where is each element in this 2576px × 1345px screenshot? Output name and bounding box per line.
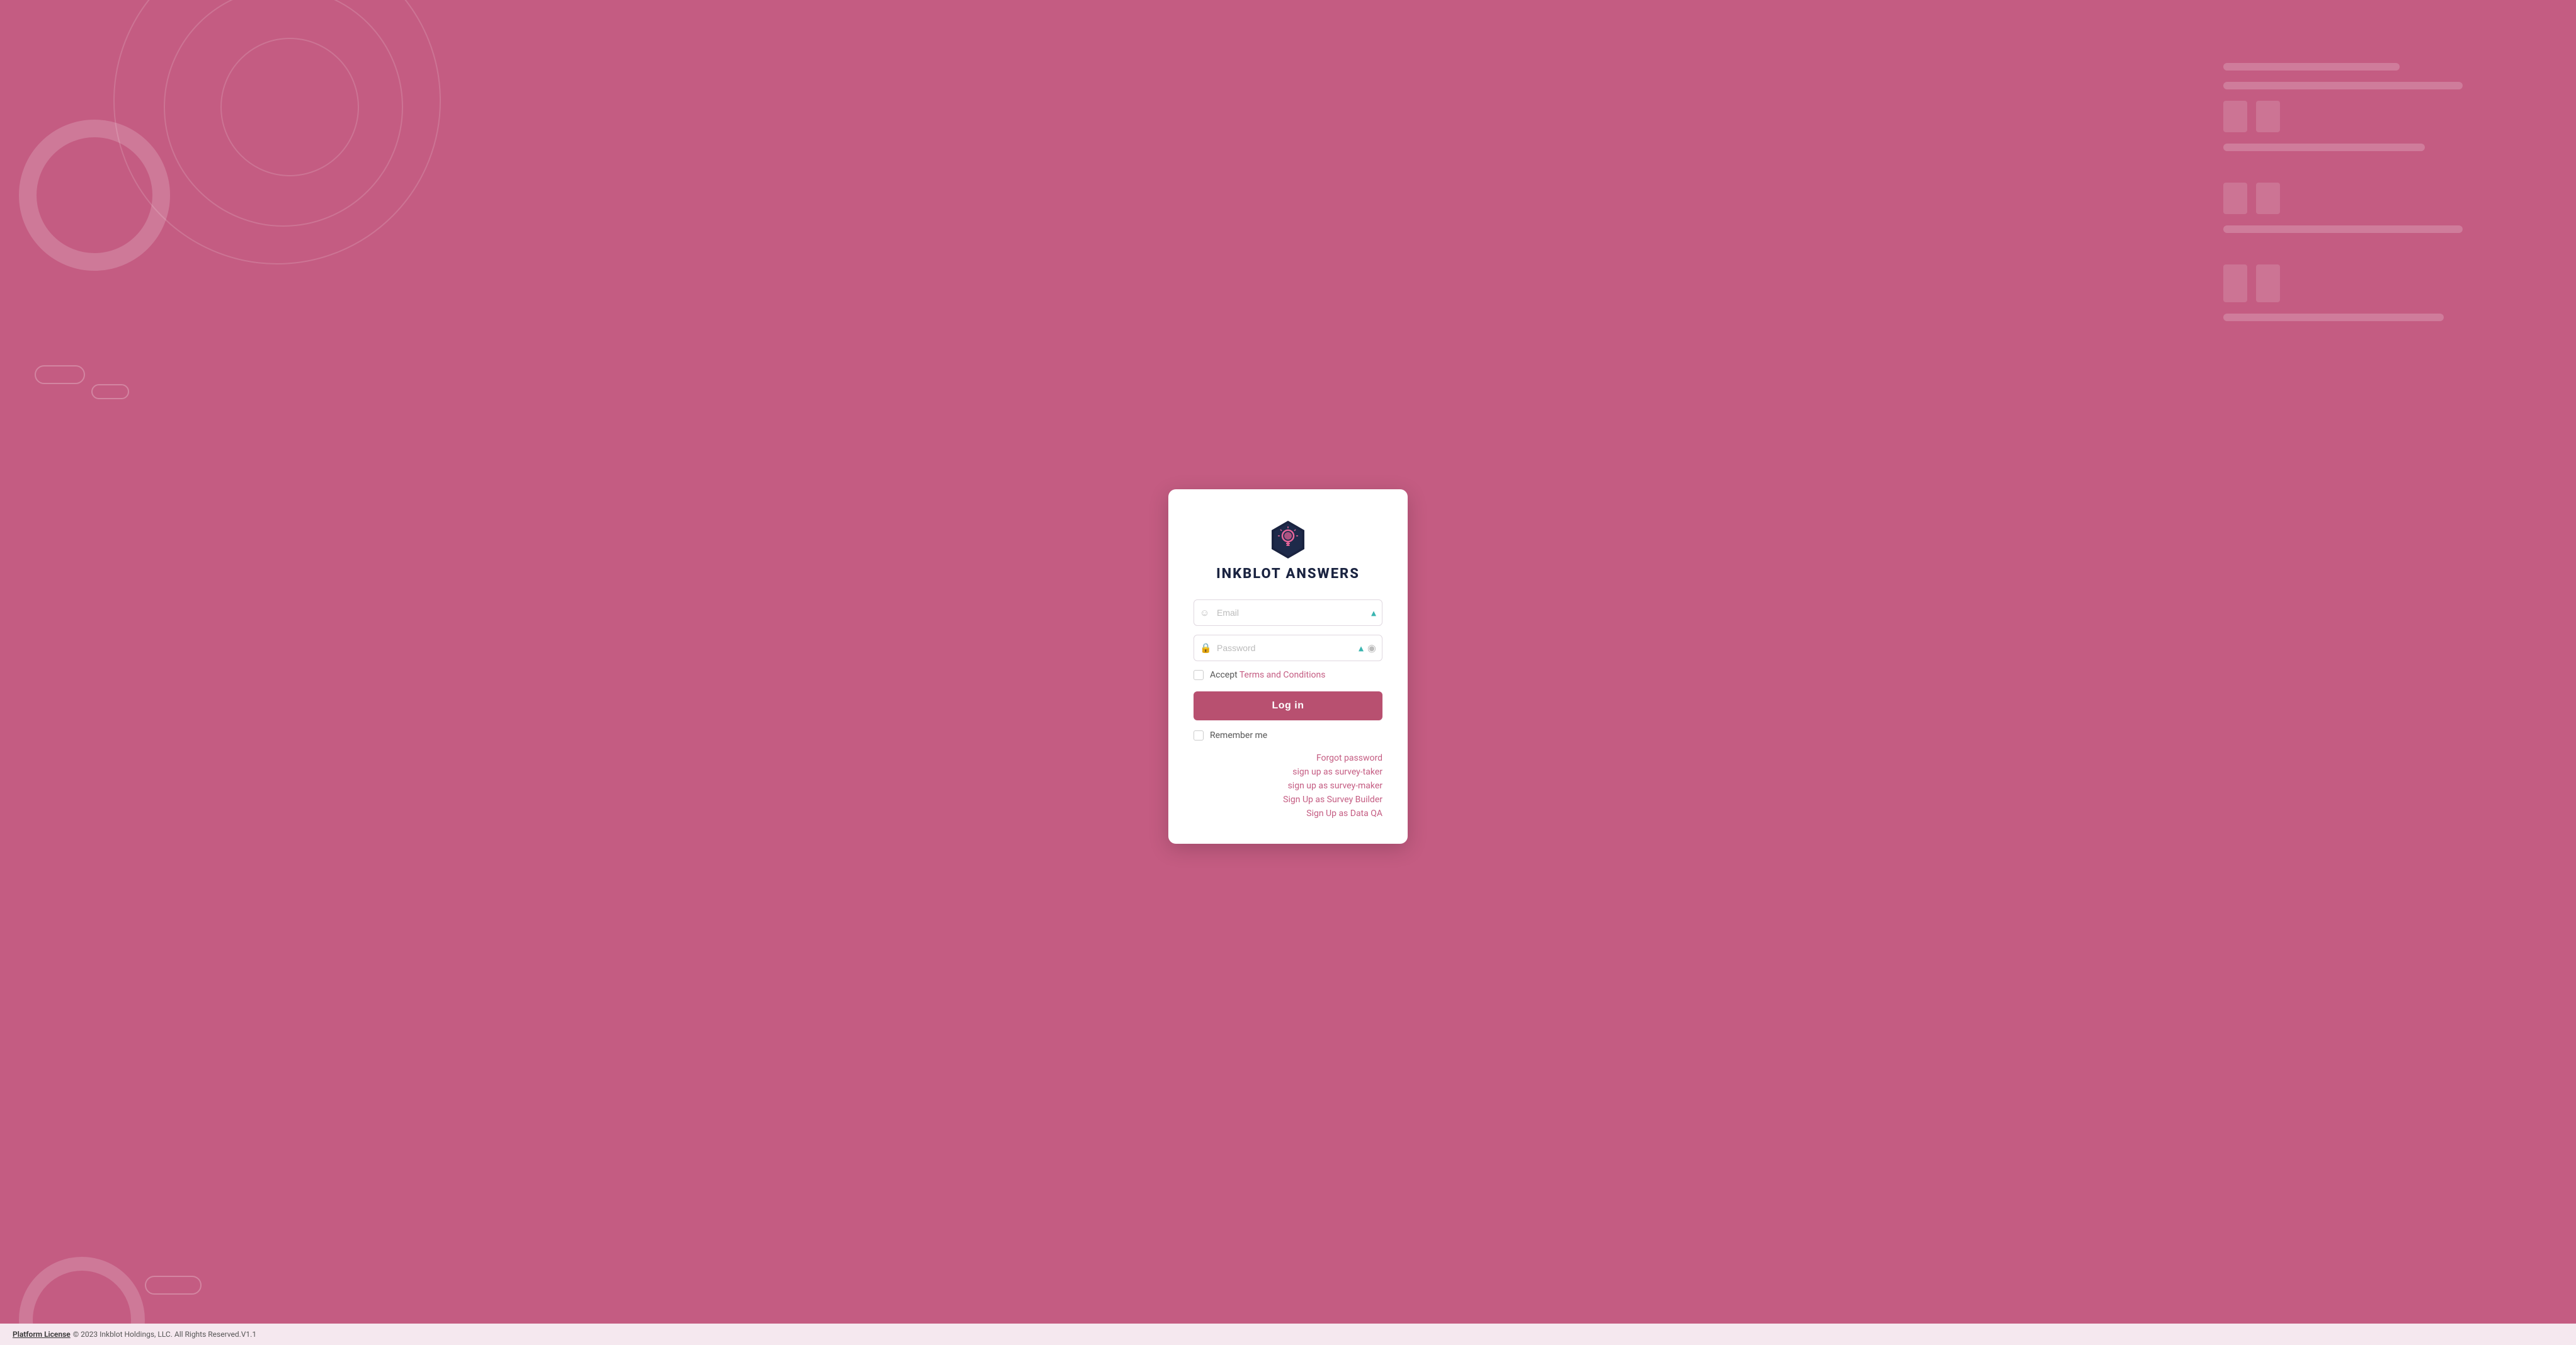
lock-icon: 🔒 [1200, 642, 1212, 654]
bg-bars-right [2223, 63, 2463, 332]
signup-survey-builder-link[interactable]: Sign Up as Survey Builder [1283, 795, 1382, 805]
forgot-password-link[interactable]: Forgot password [1316, 753, 1382, 763]
signup-survey-taker-link[interactable]: sign up as survey-taker [1292, 767, 1382, 777]
password-input[interactable] [1194, 635, 1382, 661]
app-logo [1268, 519, 1308, 560]
login-card: INKBLOT ANSWERS ☺ ▴ 🔒 ▴ ◉ [1168, 489, 1408, 844]
terms-label: Accept Terms and Conditions [1210, 670, 1325, 680]
password-input-group: 🔒 ▴ ◉ [1194, 635, 1382, 661]
remember-label: Remember me [1210, 730, 1267, 741]
bg-donut-left [19, 120, 170, 271]
remember-row: Remember me [1194, 730, 1382, 741]
password-toggle-icon[interactable]: ◉ [1367, 642, 1376, 654]
bg-rect-2 [2256, 101, 2280, 132]
bg-rect-1 [2223, 101, 2247, 132]
bg-pill-3 [145, 1276, 202, 1295]
terms-row: Accept Terms and Conditions [1194, 670, 1382, 680]
terms-checkbox[interactable] [1194, 670, 1204, 680]
signup-data-qa-link[interactable]: Sign Up as Data QA [1306, 809, 1382, 819]
password-check-icon[interactable]: ▴ [1359, 642, 1364, 654]
email-right-icons: ▴ [1371, 606, 1376, 618]
bg-bar-2 [2223, 82, 2463, 89]
form-section: ☺ ▴ 🔒 ▴ ◉ Accept Terms and Conditio [1194, 599, 1382, 819]
password-right-icons: ▴ ◉ [1359, 642, 1376, 654]
terms-link[interactable]: Terms and Conditions [1240, 670, 1326, 680]
login-button[interactable]: Log in [1194, 691, 1382, 720]
footer-copyright: © 2023 Inkblot Holdings, LLC. All Rights… [73, 1330, 256, 1339]
platform-license-link[interactable]: Platform License [13, 1330, 71, 1339]
footer: Platform License © 2023 Inkblot Holdings… [0, 1324, 2576, 1345]
links-section: Forgot password sign up as survey-taker … [1194, 753, 1382, 819]
bg-bar-4 [2223, 225, 2463, 233]
app-title: INKBLOT ANSWERS [1216, 566, 1360, 582]
logo-container: INKBLOT ANSWERS [1216, 519, 1360, 582]
bg-rect-3 [2223, 183, 2247, 214]
bg-circle-3 [220, 38, 359, 176]
email-input-group: ☺ ▴ [1194, 599, 1382, 626]
bg-bar-5 [2223, 314, 2444, 321]
user-icon: ☺ [1200, 607, 1209, 618]
bg-bar-3 [2223, 144, 2425, 151]
bg-rect-5 [2223, 264, 2247, 302]
bg-pill-1 [35, 365, 85, 384]
bg-pill-2 [91, 384, 129, 399]
bg-circle-2 [164, 0, 403, 227]
email-input[interactable] [1194, 599, 1382, 626]
bg-rect-4 [2256, 183, 2280, 214]
main-wrapper: INKBLOT ANSWERS ☺ ▴ 🔒 ▴ ◉ [1168, 0, 1408, 1345]
bg-circle-1 [113, 0, 441, 264]
signup-survey-maker-link[interactable]: sign up as survey-maker [1288, 781, 1382, 791]
bg-bar-1 [2223, 63, 2400, 71]
remember-checkbox[interactable] [1194, 730, 1204, 741]
bg-rect-6 [2256, 264, 2280, 302]
email-check-icon: ▴ [1371, 606, 1376, 618]
